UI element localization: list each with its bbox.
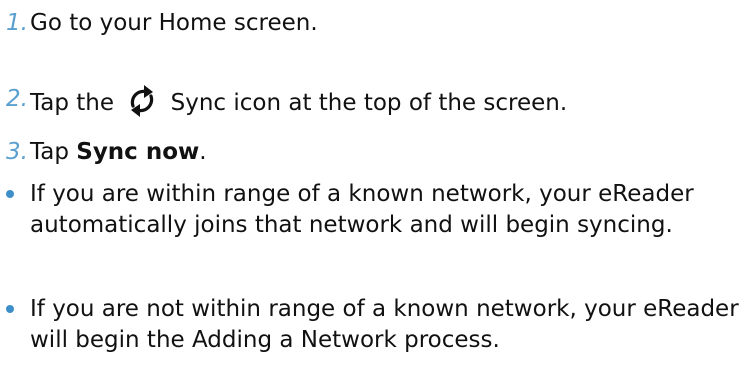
step-text: Go to your Home screen. [30, 10, 318, 36]
step-text: Tap Sync now. [30, 137, 752, 168]
sync-icon [131, 85, 154, 117]
step-text: Tap the Sync icon at the top of the scre… [30, 84, 752, 119]
step-number: 2. [6, 86, 28, 112]
bullet-text: If you are not within range of a known n… [30, 296, 739, 353]
step-text-before: Tap [30, 139, 77, 165]
step-number: 1. [6, 10, 28, 36]
bullet-dot [6, 190, 14, 198]
instructions-document: 1. Go to your Home screen. 2. Tap the Sy… [0, 0, 752, 389]
bullet-text: If you are within range of a known netwo… [30, 181, 694, 238]
step-number: 3. [6, 139, 28, 165]
step-text-after: Sync icon at the top of the screen. [170, 90, 568, 116]
bullet-dot [6, 305, 14, 313]
step-text-before: Tap the [30, 90, 114, 116]
sync-now-label: Sync now [76, 139, 200, 165]
step-text-after: . [199, 139, 207, 165]
